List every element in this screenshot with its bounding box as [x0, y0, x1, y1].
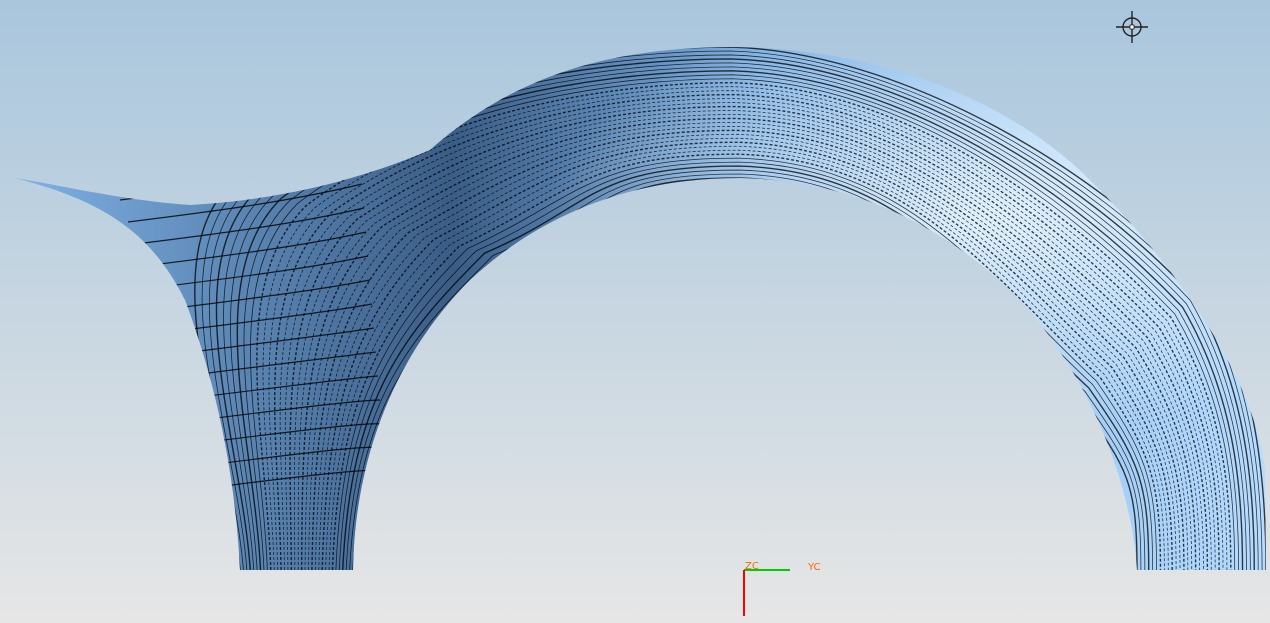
zc-axis-label: ZC — [745, 561, 759, 572]
graphics-viewport[interactable]: ZC YC — [0, 0, 1270, 623]
viewport-canvas[interactable]: ZC YC — [0, 0, 1270, 623]
yc-axis-label: YC — [807, 562, 821, 573]
